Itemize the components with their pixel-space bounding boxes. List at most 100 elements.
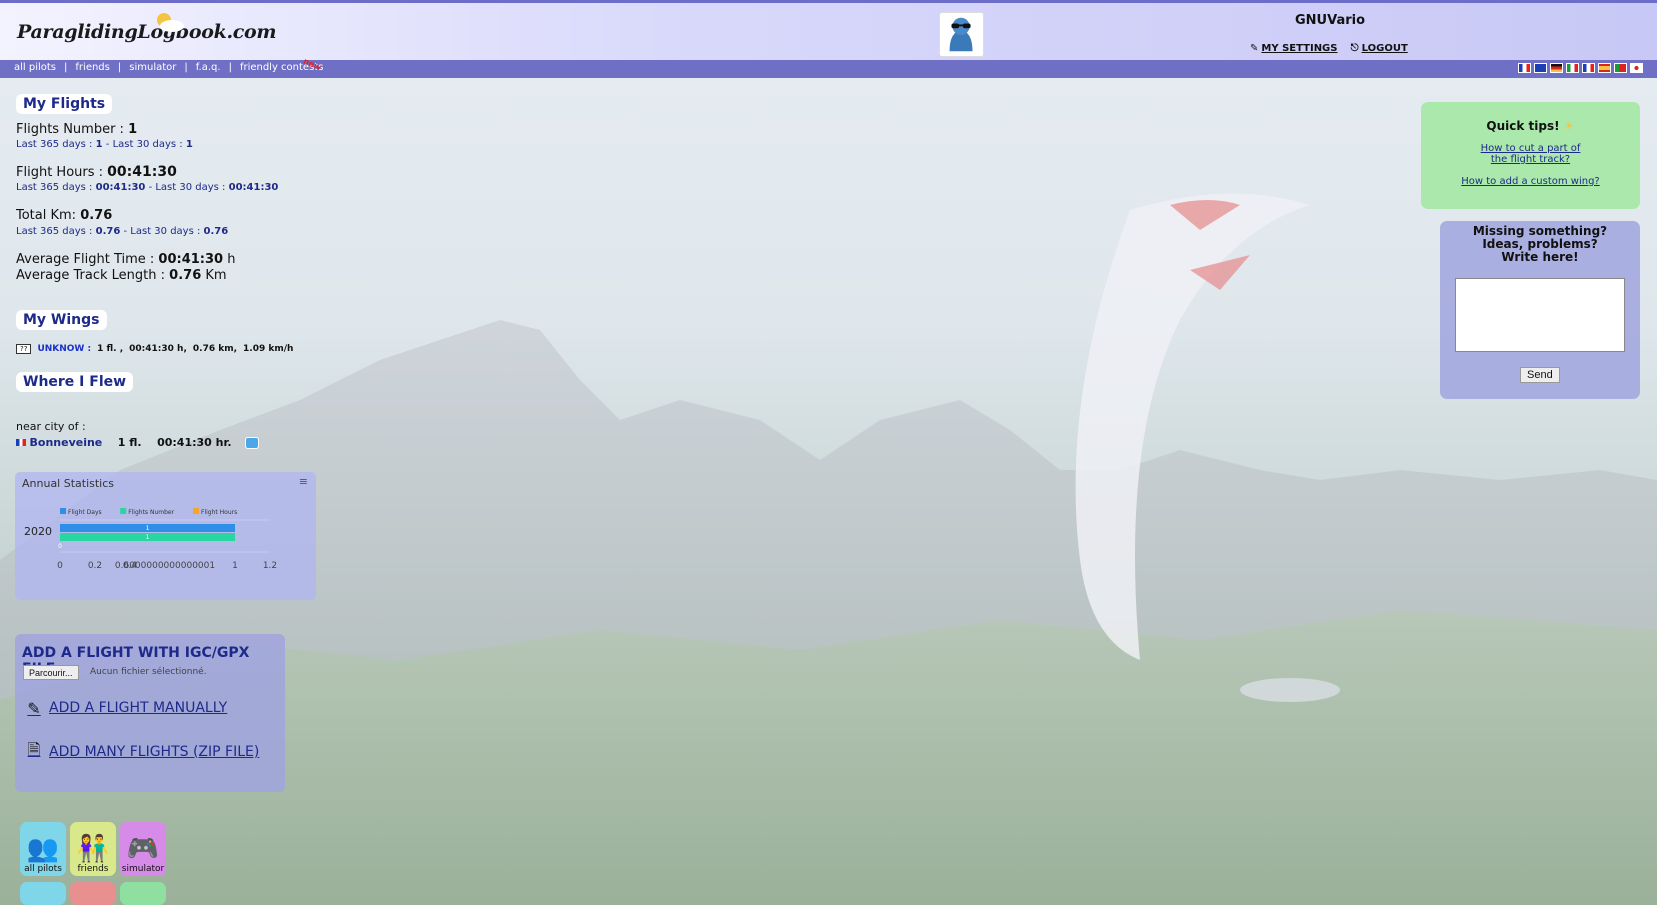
- legend-swatch: [120, 508, 127, 514]
- flights-number-label: Flights Number :: [16, 122, 124, 137]
- flag-de-icon[interactable]: [1550, 63, 1563, 73]
- avg-time-unit: h: [227, 252, 236, 267]
- main-content: My Flights Flights Number : 1 Last 365 d…: [0, 78, 1657, 905]
- tile-row2-3[interactable]: [120, 882, 166, 905]
- tile-row2-2[interactable]: [70, 882, 116, 905]
- wing-icon: ??: [16, 344, 32, 354]
- tile-label: simulator: [121, 864, 165, 874]
- wing-speed: 1.09 km/h: [243, 344, 294, 354]
- wing-name[interactable]: UNKNOW :: [37, 344, 91, 354]
- settings-link[interactable]: ✎ MY SETTINGS: [1250, 43, 1337, 54]
- city-row: Bonneveine 1 fl. 00:41:30 hr.: [16, 436, 260, 449]
- tile-simulator[interactable]: 🎮 simulator: [120, 822, 166, 876]
- nav-all-pilots[interactable]: all pilots: [14, 62, 56, 73]
- flag-it-icon[interactable]: [1566, 63, 1579, 73]
- category-label: 2020: [24, 525, 52, 538]
- flights-number-value: 1: [128, 122, 138, 137]
- city-hours: 00:41:30 hr.: [157, 436, 232, 449]
- logout-label: LOGOUT: [1361, 43, 1408, 54]
- avg-time-line: Average Flight Time : 00:41:30 h: [16, 252, 235, 267]
- nav-separator: |: [64, 62, 68, 73]
- tile-label: all pilots: [24, 864, 62, 874]
- weather-icon[interactable]: [245, 437, 260, 449]
- nav-separator: |: [228, 62, 232, 73]
- sub-value: 00:41:30: [95, 182, 146, 193]
- logout-link[interactable]: ⎋ LOGOUT: [1351, 43, 1408, 54]
- data-label: 1: [146, 534, 150, 541]
- flag-fr-icon: [16, 439, 26, 446]
- sub-label: - Last 30 days :: [148, 182, 226, 193]
- x-tick-label: 1.2: [263, 561, 277, 571]
- sub-label: - Last 30 days :: [123, 226, 201, 237]
- flag-pt-icon[interactable]: [1614, 63, 1627, 73]
- flag-es-icon[interactable]: [1598, 63, 1611, 73]
- annual-statistics-chart: Annual Statistics ≡ Flight Days Flights N…: [15, 472, 316, 600]
- data-label: 0: [58, 543, 62, 550]
- flights-number-sub: Last 365 days : 1 - Last 30 days : 1: [16, 139, 193, 150]
- flag-jp-icon[interactable]: [1630, 63, 1643, 73]
- x-tick-label: 0.6000000000000001: [115, 561, 215, 571]
- avatar[interactable]: [939, 12, 984, 57]
- tile-all-pilots[interactable]: 👥 all pilots: [20, 822, 66, 876]
- sub-label: Last 365 days :: [16, 182, 93, 193]
- sub-value: 0.76: [95, 226, 121, 237]
- chart-plot: Flight Days Flights Number Flight Hours 202…: [24, 508, 277, 571]
- lightbulb-icon: ☀: [1563, 119, 1575, 133]
- username: GNUVario: [1294, 13, 1366, 28]
- my-flights-title: My Flights: [16, 94, 113, 114]
- browse-button[interactable]: Parcourir...: [23, 665, 79, 680]
- friends-icon: 👫: [76, 834, 110, 864]
- my-wings-title: My Wings: [16, 310, 107, 330]
- nav-bar: all pilots | friends | simulator | f.a.q. | frie…: [0, 57, 1657, 78]
- flight-hours-value: 00:41:30: [107, 164, 177, 180]
- total-km-label: Total Km:: [16, 208, 77, 223]
- add-zip-link[interactable]: 🗎 ADD MANY FLIGHTS (ZIP FILE): [23, 739, 260, 763]
- feedback-line: Missing something?: [1472, 224, 1608, 238]
- add-manual-link[interactable]: ✎ ADD A FLIGHT MANUALLY: [23, 697, 227, 719]
- sun-cloud-icon: [157, 13, 184, 32]
- avg-time-label: Average Flight Time :: [16, 252, 155, 267]
- tip-custom-wing-link[interactable]: How to add a custom wing?: [1421, 176, 1640, 187]
- quick-tips-label: Quick tips!: [1486, 119, 1560, 133]
- tip-cut-track-link[interactable]: How to cut a part of the flight track?: [1421, 143, 1640, 165]
- nav-faq[interactable]: f.a.q.: [196, 62, 221, 73]
- send-button[interactable]: Send: [1520, 367, 1560, 383]
- flag-fr2-icon[interactable]: [1582, 63, 1595, 73]
- legend-swatch: [60, 508, 66, 514]
- feedback-textarea[interactable]: [1455, 278, 1625, 352]
- feedback-line: Write here!: [1501, 250, 1579, 264]
- quick-tips-title: Quick tips! ☀: [1421, 119, 1640, 133]
- edit-icon: ✎: [27, 698, 41, 718]
- flight-hours-sub: Last 365 days : 00:41:30 - Last 30 days …: [16, 182, 278, 193]
- wing-km: 0.76 km,: [192, 344, 238, 354]
- add-zip-label: ADD MANY FLIGHTS (ZIP FILE): [49, 744, 260, 760]
- no-file-text: Aucun fichier sélectionné.: [90, 667, 207, 677]
- tip-line: How to cut a part of: [1480, 143, 1581, 154]
- language-flags: [1518, 63, 1643, 73]
- nav-separator: |: [117, 62, 122, 73]
- x-tick-label: 0.2: [88, 561, 102, 571]
- where-block: near city of : Bonneveine 1 fl. 00:41:30…: [16, 420, 260, 449]
- logout-icon: ⎋: [1350, 43, 1359, 54]
- add-flight-panel: ADD A FLIGHT WITH IGC/GPX FILE Parcourir…: [15, 634, 285, 792]
- sub-value: 1: [185, 139, 193, 150]
- wing-flights: 1 fl. ,: [97, 344, 124, 354]
- flights-number-line: Flights Number : 1: [16, 122, 137, 137]
- flag-fr-icon[interactable]: [1518, 63, 1531, 73]
- nav-friends[interactable]: friends: [75, 62, 109, 73]
- wing-row: ?? UNKNOW : 1 fl. , 00:41:30 h, 0.76 km,…: [16, 344, 293, 354]
- flag-gb-icon[interactable]: [1534, 63, 1547, 73]
- tile-friends[interactable]: 👫 friends: [70, 822, 116, 876]
- city-link[interactable]: Bonneveine: [30, 436, 103, 449]
- settings-label: MY SETTINGS: [1261, 43, 1338, 54]
- group-icon: 👥: [26, 834, 60, 864]
- site-logo[interactable]: ParaglidingLogbook.com: [17, 21, 277, 43]
- legend-label: Flight Hours: [201, 509, 237, 516]
- nav-simulator[interactable]: simulator: [129, 62, 176, 73]
- pilot-avatar-icon: [949, 17, 973, 52]
- zip-file-icon: 🗎: [27, 739, 41, 759]
- tile-row2-1[interactable]: [20, 882, 66, 905]
- x-tick-label: 0: [57, 561, 63, 571]
- avg-time-value: 00:41:30: [158, 252, 224, 267]
- tile-label: friends: [77, 864, 109, 874]
